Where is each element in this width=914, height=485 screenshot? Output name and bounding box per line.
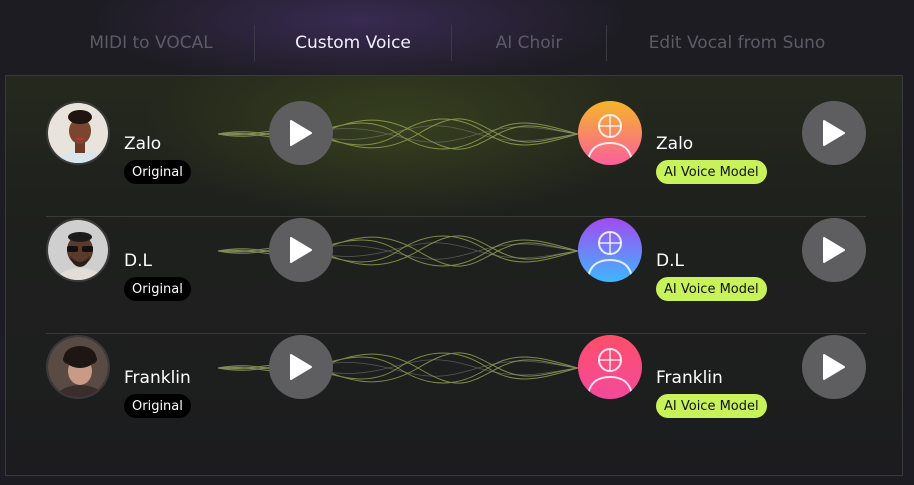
original-voice-name: Zalo — [124, 134, 162, 154]
original-voice-name: Franklin — [124, 368, 191, 388]
play-icon — [823, 120, 845, 146]
play-icon — [823, 354, 845, 380]
play-ai-button[interactable] — [802, 335, 866, 399]
play-icon — [290, 237, 312, 263]
tab-edit-vocal-from-suno[interactable]: Edit Vocal from Suno — [607, 24, 867, 62]
tab-ai-choir[interactable]: AI Choir — [452, 24, 606, 62]
ai-voice-model-badge: AI Voice Model — [656, 160, 767, 184]
play-icon — [290, 120, 312, 146]
voice-row: D.L Original D.L AI Voice Model — [46, 193, 866, 309]
ai-voice-model-badge: AI Voice Model — [656, 394, 767, 418]
mode-tabs: MIDI to VOCAL Custom Voice AI Choir Edit… — [48, 24, 868, 62]
tab-custom-voice[interactable]: Custom Voice — [255, 24, 451, 62]
ai-voice-icon — [578, 101, 642, 165]
voice-row: Franklin Original Franklin AI Voice Mode… — [46, 310, 866, 426]
ai-voice-name: Franklin — [656, 368, 723, 388]
ai-voice-icon — [578, 218, 642, 282]
play-ai-button[interactable] — [802, 101, 866, 165]
play-icon — [823, 237, 845, 263]
original-voice-name: D.L — [124, 251, 152, 271]
voice-row: Zalo Original Zalo AI Voice Model — [46, 76, 866, 192]
ai-voice-icon — [578, 335, 642, 399]
original-badge: Original — [124, 394, 191, 418]
ai-voice-name: D.L — [656, 251, 684, 271]
avatar-man-sunglasses — [46, 218, 110, 282]
avatar-man-curly — [46, 335, 110, 399]
play-original-button[interactable] — [269, 218, 333, 282]
tab-midi-to-vocal[interactable]: MIDI to VOCAL — [48, 24, 254, 62]
original-badge: Original — [124, 160, 191, 184]
ai-voice-name: Zalo — [656, 134, 694, 154]
original-badge: Original — [124, 277, 191, 301]
play-original-button[interactable] — [269, 335, 333, 399]
ai-voice-model-badge: AI Voice Model — [656, 277, 767, 301]
play-icon — [290, 354, 312, 380]
avatar-woman — [46, 101, 110, 165]
play-ai-button[interactable] — [802, 218, 866, 282]
play-original-button[interactable] — [269, 101, 333, 165]
voice-comparison-panel: Zalo Original Zalo AI Voice Model D.L Or… — [5, 75, 903, 476]
